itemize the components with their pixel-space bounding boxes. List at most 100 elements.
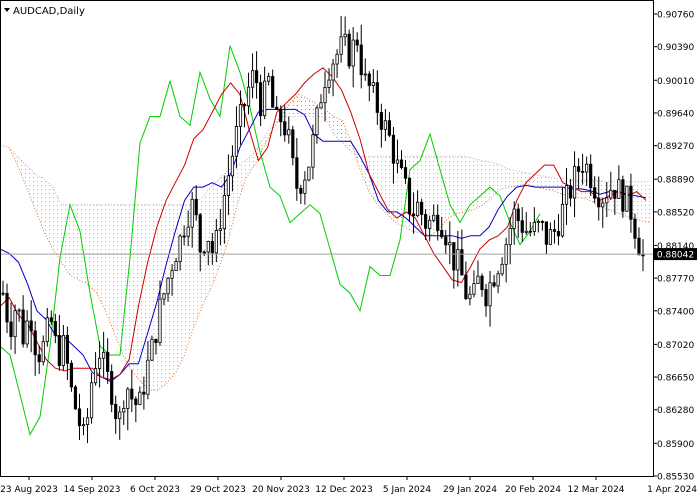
candle-body: [9, 321, 13, 338]
candle-body: [154, 338, 158, 344]
candle-body: [5, 293, 9, 323]
candle-body: [464, 274, 468, 300]
y-tick-label: 0.87770: [657, 275, 694, 285]
candle-body: [629, 185, 633, 220]
candle-body: [456, 249, 460, 271]
x-tick-label: 12 Dec 2023: [315, 485, 373, 495]
cloud-segment: [474, 158, 484, 210]
candle-body: [637, 237, 641, 256]
candle: [307, 166, 311, 182]
candle-body: [355, 39, 359, 46]
candle-body: [162, 293, 166, 300]
candle-body: [436, 214, 440, 231]
candle-body: [524, 230, 528, 233]
candle-body: [420, 201, 424, 215]
candle-body: [613, 189, 617, 199]
candle-body: [572, 166, 577, 199]
candle-body: [452, 242, 456, 271]
candle-body: [367, 73, 371, 86]
candle-body: [126, 388, 130, 409]
candle-body: [391, 134, 396, 164]
candle-body: [327, 79, 331, 88]
candle-body: [319, 102, 323, 109]
candle-body: [480, 275, 484, 290]
cloud-segment: [105, 204, 115, 333]
candle-body: [617, 179, 621, 199]
candle-body: [540, 221, 544, 223]
candle-body: [174, 261, 178, 272]
candle-body: [122, 407, 126, 413]
candle: [150, 335, 154, 362]
candle-body: [339, 36, 343, 55]
candle-body: [424, 214, 428, 229]
candle-body: [363, 73, 367, 76]
x-tick-label: 23 Aug 2023: [0, 485, 58, 495]
candle-body: [448, 242, 452, 246]
candle-body: [287, 129, 291, 136]
y-tick-label: 0.88890: [657, 176, 694, 186]
candle-body: [98, 357, 102, 369]
y-tick-label: 0.89640: [657, 109, 694, 119]
candle-body: [387, 120, 392, 136]
candle-body: [53, 321, 57, 336]
cloud-segment: [456, 156, 466, 214]
candle-body: [585, 163, 589, 173]
candle-body: [476, 275, 480, 284]
candle-body: [106, 351, 110, 372]
candle-body: [134, 398, 138, 406]
y-tick-label: 0.87400: [657, 307, 694, 317]
candle-body: [13, 310, 17, 338]
candle-body: [102, 351, 106, 359]
candle-body: [564, 185, 569, 205]
candle-body: [49, 317, 53, 322]
candle-body: [488, 282, 492, 307]
x-tick-label: 20 Nov 2023: [252, 485, 310, 495]
candle-body: [214, 230, 218, 254]
candle-body: [411, 213, 416, 217]
candle-body: [73, 386, 78, 410]
candle-body: [597, 197, 601, 208]
candle-body: [516, 208, 520, 222]
candle-body: [432, 214, 436, 221]
x-tick-label: 29 Oct 2023: [190, 485, 246, 495]
candle-body: [230, 155, 235, 177]
candle-body: [77, 408, 82, 427]
cloud-segment: [87, 204, 97, 294]
candle-body: [250, 70, 255, 88]
candle: [69, 360, 74, 392]
candle-body: [605, 197, 609, 204]
candle-body: [295, 157, 299, 189]
x-tick-label: 14 Sep 2023: [63, 485, 120, 495]
candle-body: [351, 39, 355, 67]
x-tick-label: 20 Feb 2024: [505, 485, 561, 495]
candle-body: [291, 129, 295, 159]
candle-body: [65, 335, 70, 364]
candle-body: [625, 185, 629, 212]
candle-body: [548, 229, 553, 245]
candle-body: [85, 417, 90, 425]
candle-body: [641, 254, 645, 257]
symbol-label: AUDCAD,Daily: [13, 6, 85, 17]
cloud-segment: [641, 181, 650, 223]
candle-body: [170, 270, 174, 279]
candle-body: [138, 391, 142, 406]
candle: [347, 29, 351, 70]
y-tick-label: 0.90010: [657, 77, 694, 87]
y-tick-label: 0.90390: [657, 43, 694, 53]
candle-body: [271, 76, 275, 108]
candle-body: [560, 203, 565, 237]
x-tick-label: 1 Apr 2024: [647, 485, 697, 495]
candle-body: [210, 240, 214, 254]
candle-body: [508, 227, 512, 246]
y-tick-label: 0.89270: [657, 142, 694, 152]
chart-svg: 0.90760 0.90390 0.90010 0.89640 0.89270 0.888…: [0, 0, 700, 500]
candle-body: [110, 371, 114, 405]
candle-body: [601, 202, 605, 208]
candle-body: [267, 76, 271, 82]
y-axis: 0.90760 0.90390 0.90010 0.89640 0.89270 0.888…: [653, 11, 694, 483]
candle: [621, 175, 625, 218]
candle-body: [45, 317, 49, 343]
candle-body: [275, 106, 279, 110]
candle-body: [335, 53, 339, 65]
candle-body: [194, 198, 198, 216]
